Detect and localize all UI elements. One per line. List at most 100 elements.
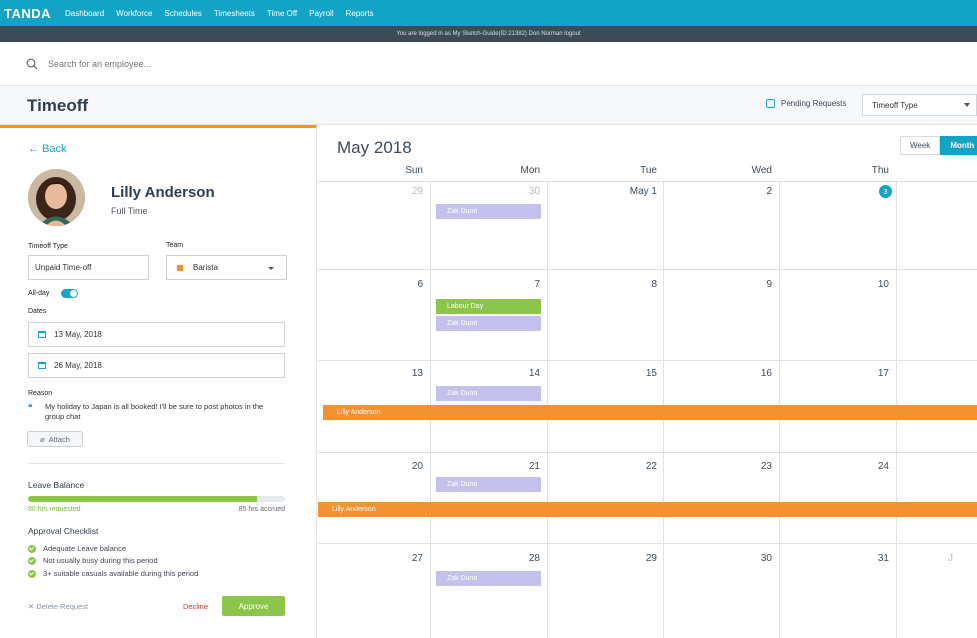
attach-button[interactable]: ⌀ Attach [27,431,83,447]
team-label: Team [166,242,184,249]
reason-text: My holiday to Japan is all booked! I'll … [45,402,264,421]
grid-line [318,452,977,453]
allday-label: All-day [28,290,50,297]
timeoff-type-label: Timeoff Type [28,243,68,250]
timeoff-type-field[interactable]: Unpaid Time-off [28,255,149,280]
year: 2018 [373,138,412,157]
day-cell[interactable]: 6 [393,279,423,290]
event-zak-dunn[interactable]: Zak Dunn [436,316,541,331]
day-cell[interactable]: 20 [393,461,423,472]
grid-line [318,543,977,544]
checklist-text: Adequate Leave balance [43,544,126,553]
month-view-button[interactable]: Month [940,136,977,155]
avatar [28,169,85,226]
today-marker[interactable]: 3 [879,185,892,198]
decline-button[interactable]: Decline [183,602,208,611]
day-cell[interactable]: 24 [859,461,889,472]
nav-workforce[interactable]: Workforce [116,9,152,18]
nav-reports[interactable]: Reports [346,9,374,18]
day-cell[interactable]: 9 [742,279,772,290]
employee-name: Lilly Anderson [111,184,215,201]
day-cell[interactable]: 27 [393,553,423,564]
day-cell[interactable]: 8 [627,279,657,290]
start-date-field[interactable]: 13 May, 2018 [28,322,285,347]
team-value: Barista [193,263,218,272]
brand-logo[interactable]: TANDA [4,6,51,21]
top-nav: TANDA Dashboard Workforce Schedules Time… [0,0,977,26]
team-select[interactable]: Barista [166,255,287,280]
approve-button[interactable]: Approve [222,596,285,616]
weekday-sun: Sun [405,165,423,176]
checklist-item: 3+ suitable casuals available during thi… [28,569,198,578]
day-cell[interactable]: 10 [859,279,889,290]
day-cell[interactable]: 16 [742,368,772,379]
title-bar: Timeoff Pending Requests Timeoff Type [0,87,977,125]
event-zak-dunn[interactable]: Zak Dunn [436,571,541,586]
day-cell[interactable]: 2 [742,186,772,197]
day-cell[interactable]: May 1 [617,186,657,197]
day-cell[interactable]: 28 [510,553,540,564]
day-cell[interactable]: 22 [627,461,657,472]
day-cell[interactable]: 14 [510,368,540,379]
weekday-thu: Thu [871,165,889,176]
approval-checklist-title: Approval Checklist [28,526,99,536]
day-cell[interactable]: 15 [627,368,657,379]
event-zak-dunn[interactable]: Zak Dunn [436,477,541,492]
grid-line [318,360,977,361]
week-view-button[interactable]: Week [900,136,941,155]
nav-dashboard[interactable]: Dashboard [65,9,104,18]
search-icon [26,58,38,69]
weekday-mon: Mon [520,165,540,176]
day-cell[interactable]: 31 [859,553,889,564]
event-lilly-anderson[interactable]: Lilly Anderson [323,405,977,420]
check-icon [28,569,36,578]
reason-label: Reason [28,390,53,397]
calendar: May 2018 Week Month Sun Mon Tue Wed Thu … [318,125,977,638]
event-labour-day[interactable]: Labour Day [436,299,541,314]
month-name: May [337,138,370,157]
delete-request-button[interactable]: ✕ Delete Request [28,602,88,611]
calendar-month-title: May 2018 [337,138,412,158]
nav-timesheets[interactable]: Timesheets [214,9,255,18]
back-label: Back [42,143,67,155]
request-panel: ← Back Lilly Anderson Full Time Timeoff … [0,125,317,638]
allday-toggle[interactable] [61,289,78,298]
grid-line [318,269,977,270]
day-cell[interactable]: 13 [393,368,423,379]
timeoff-type-select-label: Timeoff Type [872,100,918,110]
day-cell[interactable]: 17 [859,368,889,379]
day-cell[interactable]: 23 [742,461,772,472]
back-link[interactable]: ← Back [28,143,67,155]
delete-label: Delete Request [36,602,89,611]
login-status-bar: You are logged in as My Sketch-Guide(ID:… [0,26,977,42]
day-cell[interactable]: 30 [510,186,540,197]
day-cell[interactable]: 29 [627,553,657,564]
paperclip-icon: ⌀ [40,434,45,444]
day-cell[interactable]: 30 [742,553,772,564]
view-switcher: Week Month [900,136,977,155]
event-zak-dunn[interactable]: Zak Dunn [436,204,541,219]
event-zak-dunn[interactable]: Zak Dunn [436,386,541,401]
nav-time-off[interactable]: Time Off [267,9,297,18]
pending-label: Pending Requests [781,99,847,108]
day-cell[interactable]: 21 [510,461,540,472]
chevron-down-icon [268,267,274,270]
hours-requested: 80 hrs requested [28,506,81,513]
nav-payroll[interactable]: Payroll [309,9,333,18]
leave-balance-fill [28,496,257,502]
day-cell[interactable]: 7 [510,279,540,290]
employee-photo [28,169,85,226]
checklist-item: Not usually busy during this period [28,556,158,565]
event-lilly-anderson[interactable]: Lilly Anderson [318,502,977,517]
day-cell[interactable]: J [948,553,968,564]
weekday-tue: Tue [640,165,657,176]
pending-requests-toggle[interactable]: Pending Requests [766,99,846,108]
timeoff-type-select[interactable]: Timeoff Type [862,94,977,116]
search-input[interactable] [48,58,348,69]
day-cell[interactable]: 29 [393,186,423,197]
calendar-icon [38,331,46,338]
pending-checkbox[interactable] [766,99,775,108]
search-bar [0,42,977,86]
end-date-field[interactable]: 26 May, 2018 [28,353,285,378]
nav-schedules[interactable]: Schedules [164,9,201,18]
